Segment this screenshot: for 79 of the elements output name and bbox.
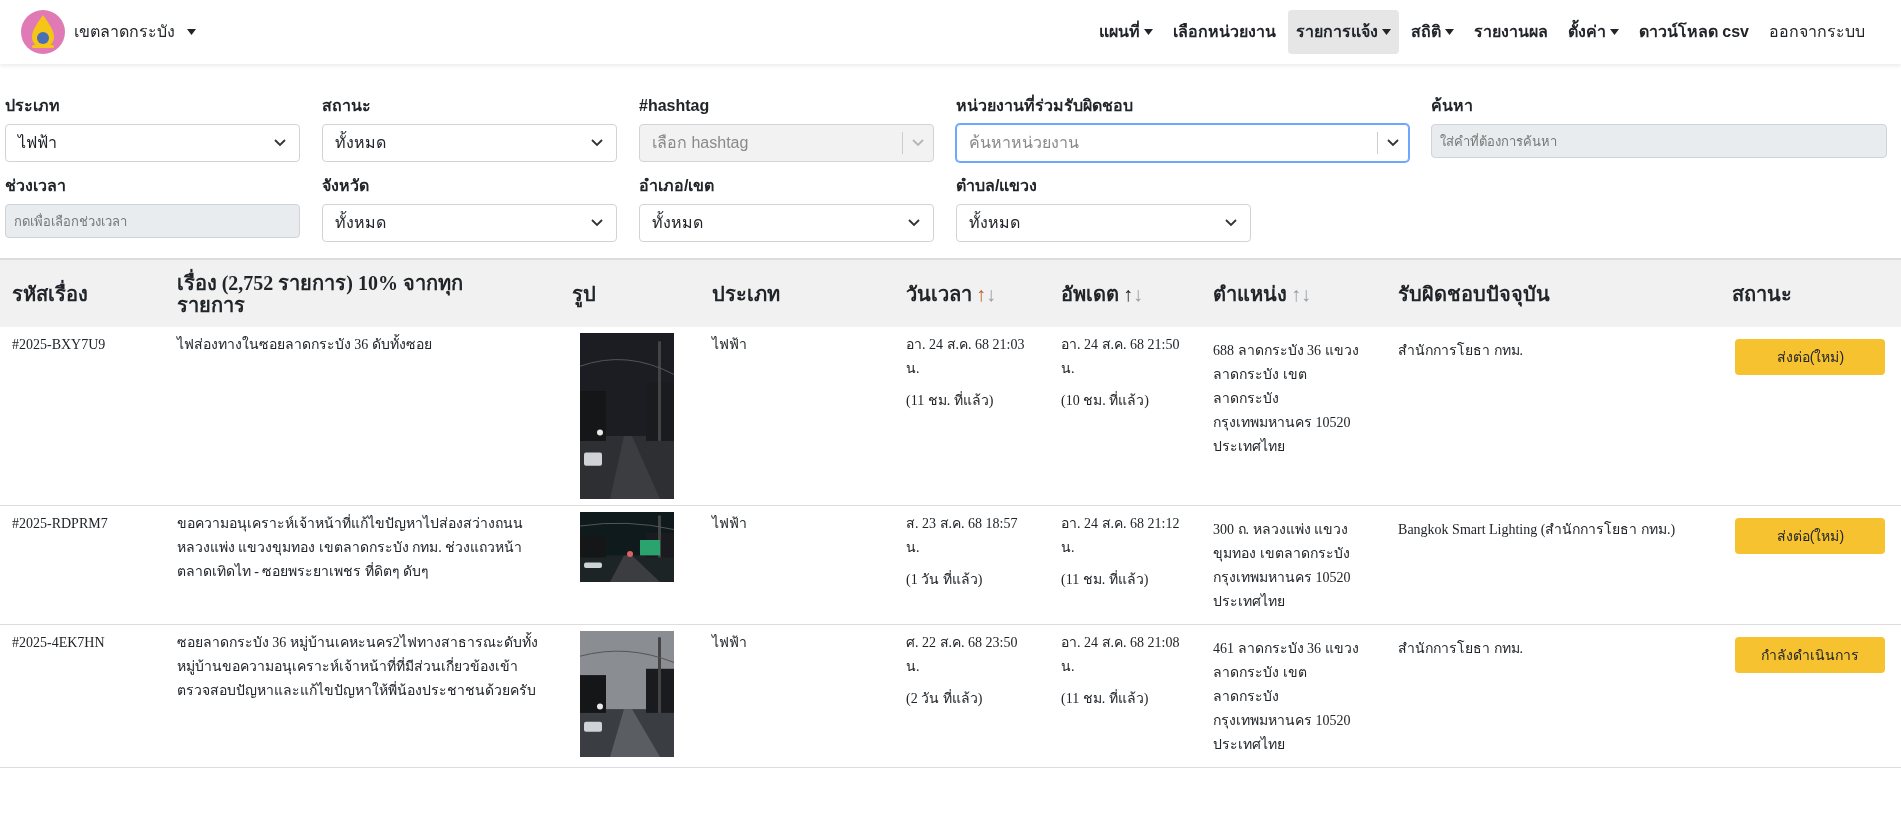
table-cell-text: (11 ชม. ที่แล้ว) [1061, 569, 1150, 589]
column-header: อัพเดต [1061, 282, 1120, 305]
column-header: รับผิดชอบปัจจุบัน [1398, 282, 1551, 305]
chevron-down-icon [1386, 138, 1400, 148]
field-label: ประเภท [5, 96, 61, 116]
nav-item[interactable]: สถิติ [1402, 10, 1462, 54]
field-label: ค้นหา [1431, 96, 1474, 116]
chevron-down-icon [273, 138, 287, 148]
chevron-down-icon [590, 138, 604, 148]
sort-icon[interactable]: ↑↓ [1123, 282, 1144, 305]
field-label: #hashtag [639, 96, 711, 116]
column-header: สถานะ [1732, 282, 1792, 305]
field-label: ตำบล/แขวง [956, 176, 1039, 196]
table-cell-text: (10 ชม. ที่แล้ว) [1061, 390, 1150, 410]
table-cell: ซอยลาดกระบัง 36 หมู่บ้านเคหะนคร2ไฟทางสาธารณะดับทั้งหมู่บ้านขอความอนุเคราะห์เจ้าหน้าที่ที่มีส่วนเกี่ยวข้องเข้าตรวจสอบปัญหาและแก้ไขปัญหาให้พี่น้องประชาชนด้วยครับ [176, 631, 547, 703]
table-cell: ไฟส่องทางในซอยลาดกระบัง 36 ดับทั้งซอย [176, 333, 547, 357]
table-cell: #2025-RDPRM7 [12, 516, 108, 531]
table-cell: Bangkok Smart Lighting (สำนักการโยธา กทม.) [1398, 522, 1676, 537]
nav-item[interactable]: ตั้งค่า [1559, 10, 1627, 54]
nav-item[interactable]: เลือกหน่วยงาน [1164, 10, 1284, 54]
brand-dropdown[interactable]: เขตลาดกระบัง [20, 9, 196, 55]
table-cell: ไฟฟ้า [711, 516, 747, 531]
table-cell: สำนักการโยธา กทม. [1398, 343, 1524, 358]
table-cell-text: ส. 23 ส.ค. 68 18:57 น. [906, 515, 1019, 557]
sort-icon[interactable]: ↑↓ [976, 282, 997, 305]
table-cell-text: อา. 24 ส.ค. 68 21:50 น. [1061, 336, 1181, 378]
table-cell-text: ศ. 22 ส.ค. 68 23:50 น. [906, 634, 1019, 676]
caret-icon [1143, 29, 1153, 35]
select-field[interactable]: ทั้งหมด [322, 204, 617, 242]
chevron-down-icon [907, 218, 921, 228]
table-cell: #2025-4EK7HN [12, 635, 105, 650]
field-label: ช่วงเวลา [5, 176, 67, 196]
table-cell-text: (11 ชม. ที่แล้ว) [1061, 688, 1150, 708]
caret-icon [187, 29, 196, 35]
select-field[interactable]: ไฟฟ้า [5, 124, 300, 162]
table-cell-text: (2 วัน ที่แล้ว) [906, 688, 984, 708]
table-cell: ไฟฟ้า [711, 337, 747, 352]
select-field[interactable]: ทั้งหมด [956, 204, 1251, 242]
column-header: เรื่อง (2,752 รายการ) 10% จากทุกรายการ [176, 271, 464, 316]
chevron-down-icon [911, 138, 925, 148]
field-label: จังหวัด [322, 176, 370, 196]
column-header: รหัสเรื่อง [12, 282, 88, 305]
table-cell-text: 461 ลาดกระบัง 36 แขวง ลาดกระบัง เขต ลาดกระบัง กรุงเทพมหานคร 10520 ประเทศไทย [1213, 640, 1360, 754]
nav-item[interactable]: ออกจากระบบ [1761, 10, 1873, 54]
nav-item[interactable]: รายงานผล [1465, 10, 1556, 54]
caret-icon [1609, 29, 1619, 35]
field-label: อำเภอ/เขต [639, 176, 716, 196]
table-cell-text: อา. 24 ส.ค. 68 21:08 น. [1061, 634, 1181, 676]
chevron-down-icon [590, 218, 604, 228]
column-header: ตำแหน่ง [1213, 282, 1288, 305]
combobox-field[interactable]: ค้นหาหน่วยงาน [956, 124, 1409, 162]
table-cell: #2025-BXY7U9 [12, 337, 106, 352]
table-cell: ไฟฟ้า [711, 635, 747, 650]
status-button[interactable]: กำลังดำเนินการ [1735, 637, 1886, 673]
nav-item[interactable]: แผนที่ [1090, 10, 1161, 54]
caret-icon [1444, 29, 1454, 35]
status-button[interactable]: ส่งต่อ(ใหม่) [1735, 339, 1886, 375]
table-cell: สำนักการโยธา กทม. [1398, 641, 1524, 656]
select-field[interactable]: ทั้งหมด [639, 204, 934, 242]
text-field[interactable]: ใส่คำที่ต้องการค้นหา [1431, 124, 1887, 158]
column-header: วันเวลา [906, 282, 973, 305]
table-cell-text: ขอความอนุเคราะห์เจ้าหน้าที่แก้ไขปัญหาไปส่องสว่างถนนหลวงแพ่ง แขวงขุมทอง เขตลาดกระบัง กทม. ช่วงแถวหน้าตลาดเทิดไท - ซอยพระยาเพชร ที่ดิตๆ ดับๆ [176, 513, 524, 581]
field-label: หน่วยงานที่ร่วมรับผิดชอบ [956, 94, 1409, 118]
nav-item[interactable]: ดาวน์โหลด csv [1630, 10, 1757, 54]
table-cell-text: (1 วัน ที่แล้ว) [906, 569, 984, 589]
table-cell-text: 300 ถ. หลวงแพ่ง แขวง ขุมทอง เขตลาดกระบัง กรุงเทพมหานคร 10520 ประเทศไทย [1213, 521, 1352, 611]
caret-icon [1381, 29, 1391, 35]
text-field[interactable]: กดเพื่อเลือกช่วงเวลา [5, 204, 300, 238]
select-field[interactable]: ทั้งหมด [322, 124, 617, 162]
field-label: สถานะ [322, 96, 372, 116]
status-button[interactable]: ส่งต่อ(ใหม่) [1735, 518, 1886, 554]
nav-item[interactable]: รายการแจ้ง [1287, 10, 1399, 54]
chevron-down-icon [1224, 218, 1238, 228]
table-cell-text: อา. 24 ส.ค. 68 21:03 น. [906, 336, 1026, 378]
table-cell-text: อา. 24 ส.ค. 68 21:12 น. [1061, 515, 1181, 557]
logo-icon [20, 9, 66, 55]
table-cell-text: 688 ลาดกระบัง 36 แขวง ลาดกระบัง เขต ลาดกระบัง กรุงเทพมหานคร 10520 ประเทศไทย [1213, 342, 1360, 456]
column-header: ประเภท [711, 282, 780, 305]
table-cell-text: (11 ชม. ที่แล้ว) [906, 390, 995, 410]
